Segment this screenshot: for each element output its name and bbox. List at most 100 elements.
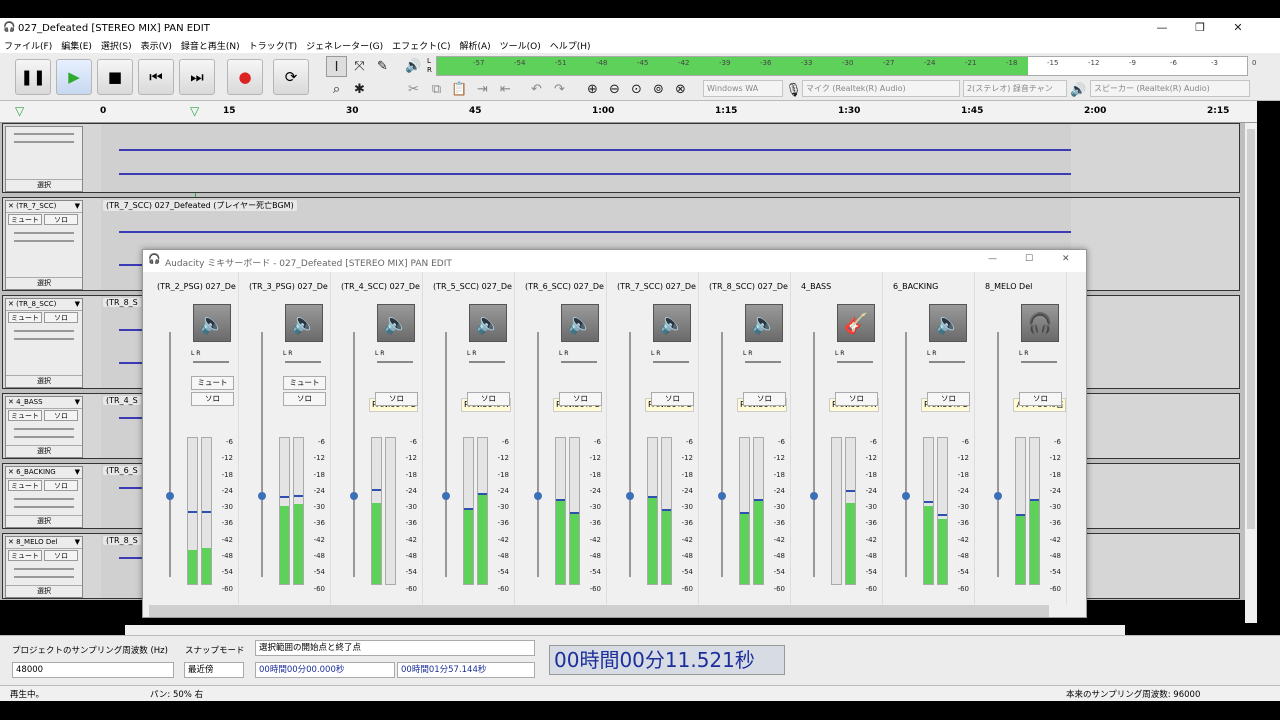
menu-item-0[interactable]: ファイル(F) [4, 39, 52, 52]
mixer-close-icon[interactable]: ✕ [1062, 254, 1070, 264]
select-button[interactable]: 選択 [6, 277, 82, 289]
zoom-out-icon[interactable]: ⊖ [604, 79, 625, 100]
solo-button[interactable]: ソロ [835, 392, 878, 406]
vertical-scrollbar[interactable] [1245, 123, 1257, 623]
pan-slider[interactable] [653, 361, 689, 363]
mute-button[interactable]: ミュート [191, 376, 234, 390]
selection-end-time[interactable]: 00時間01分57.144秒 [397, 662, 535, 678]
menu-item-1[interactable]: 編集(E) [61, 39, 92, 52]
solo-button[interactable]: ソロ [44, 480, 78, 491]
track-menu-icon[interactable]: ▼ [75, 201, 80, 212]
mute-button[interactable]: ミュート [8, 480, 42, 491]
gain-slider-track[interactable] [629, 332, 631, 577]
gain-slider-knob[interactable] [994, 492, 1002, 501]
select-button[interactable]: 選択 [6, 179, 82, 191]
select-button[interactable]: 選択 [6, 515, 82, 527]
skip-end-button[interactable]: ⏭ [179, 59, 215, 95]
mic-select[interactable]: マイク (Realtek(R) Audio) [802, 80, 960, 97]
gain-slider-knob[interactable] [626, 492, 634, 501]
menu-item-3[interactable]: 表示(V) [141, 39, 172, 52]
draw-tool-icon[interactable]: ✎ [372, 56, 393, 77]
menu-item-6[interactable]: ジェネレーター(G) [306, 39, 383, 52]
pan-slider[interactable] [561, 361, 597, 363]
play-button[interactable]: ▶ [56, 59, 92, 95]
solo-button[interactable]: ソロ [927, 392, 970, 406]
minimize-icon[interactable]: — [1143, 18, 1181, 38]
gain-slider-knob[interactable] [166, 492, 174, 501]
multi-tool-icon[interactable]: ✱ [349, 79, 370, 100]
track-close-icon[interactable]: ✕ [8, 468, 16, 476]
pan-slider[interactable] [285, 361, 321, 363]
gain-slider-knob[interactable] [258, 492, 266, 501]
envelope-tool-icon[interactable]: ⤧ [349, 56, 370, 77]
menu-item-4[interactable]: 録音と再生(N) [181, 39, 240, 52]
track-menu-icon[interactable]: ▼ [75, 537, 80, 548]
track-close-icon[interactable]: ✕ [8, 202, 16, 210]
fit-selection-icon[interactable]: ⊙ [626, 79, 647, 100]
gain-slider-track[interactable] [997, 332, 999, 577]
snap-select[interactable]: 最近傍 [184, 662, 244, 678]
selection-mode-select[interactable]: 選択範囲の開始点と終了点 [255, 640, 535, 656]
track-menu-icon[interactable]: ▼ [75, 299, 80, 310]
gain-slider[interactable] [14, 232, 74, 234]
trim-icon[interactable]: ⇥ [472, 79, 493, 100]
mute-button[interactable]: ミュート [283, 376, 326, 390]
gain-slider[interactable] [14, 428, 74, 430]
track-close-icon[interactable]: ✕ [8, 398, 16, 406]
track-header[interactable]: ✕ 4_BASS ▼ [6, 397, 82, 409]
audio-position-time[interactable]: 00時間00分11.521秒 [549, 645, 785, 675]
pan-slider[interactable] [469, 361, 505, 363]
gain-slider[interactable] [14, 133, 74, 135]
track-menu-icon[interactable]: ▼ [75, 397, 80, 408]
track-header[interactable]: ✕ (TR_8_SCC) ▼ [6, 299, 82, 311]
stop-button[interactable]: ■ [97, 59, 133, 95]
track-menu-icon[interactable]: ▼ [75, 467, 80, 478]
solo-button[interactable]: ソロ [44, 214, 78, 225]
solo-button[interactable]: ソロ [1019, 392, 1062, 406]
pan-slider[interactable] [193, 361, 229, 363]
clip-title[interactable]: (TR_8_S [103, 298, 141, 307]
fit-project-icon[interactable]: ⊚ [648, 79, 669, 100]
menu-item-10[interactable]: ヘルプ(H) [550, 39, 591, 52]
select-button[interactable]: 選択 [6, 375, 82, 387]
gain-slider-track[interactable] [353, 332, 355, 577]
close-icon[interactable]: ✕ [1219, 18, 1257, 38]
menu-item-7[interactable]: エフェクト(C) [392, 39, 450, 52]
select-button[interactable]: 選択 [6, 445, 82, 457]
cut-icon[interactable]: ✂ [403, 79, 424, 100]
mute-button[interactable]: ミュート [8, 214, 42, 225]
gain-slider-knob[interactable] [902, 492, 910, 501]
gain-slider[interactable] [14, 568, 74, 570]
undo-icon[interactable]: ↶ [526, 79, 547, 100]
solo-button[interactable]: ソロ [651, 392, 694, 406]
gain-slider-track[interactable] [445, 332, 447, 577]
track-header[interactable]: ✕ 6_BACKING ▼ [6, 467, 82, 479]
selection-tool-icon[interactable]: I [326, 56, 347, 77]
menu-item-5[interactable]: トラック(T) [249, 39, 298, 52]
gain-slider-knob[interactable] [350, 492, 358, 501]
mute-button[interactable]: ミュート [8, 410, 42, 421]
gain-slider-track[interactable] [813, 332, 815, 577]
gain-slider-track[interactable] [169, 332, 171, 577]
pan-slider[interactable] [14, 436, 74, 438]
clip-title[interactable]: (TR_8_S [103, 536, 141, 545]
timeline-ruler[interactable]: ▽ ▽ 0 15 30 45 1:00 1:15 1:30 1:45 2:00 2:15 [0, 101, 1257, 123]
track-close-icon[interactable]: ✕ [8, 300, 16, 308]
gain-slider-knob[interactable] [718, 492, 726, 501]
menu-item-8[interactable]: 解析(A) [459, 39, 490, 52]
selection-start-time[interactable]: 00時間00分00.000秒 [255, 662, 395, 678]
zoom-tool-icon[interactable]: ⌕ [326, 79, 347, 100]
pan-slider[interactable] [929, 361, 965, 363]
gain-slider-track[interactable] [537, 332, 539, 577]
clip-title[interactable]: (TR_4_S [103, 396, 141, 405]
loop-button[interactable]: ⟳ [273, 59, 309, 95]
pan-slider[interactable] [377, 361, 413, 363]
clip-title[interactable]: (TR_6_S [103, 466, 141, 475]
speaker-select[interactable]: スピーカー (Realtek(R) Audio) [1090, 80, 1250, 97]
solo-button[interactable]: ソロ [44, 410, 78, 421]
solo-button[interactable]: ソロ [44, 550, 78, 561]
skip-start-button[interactable]: ⏮ [138, 59, 174, 95]
silence-icon[interactable]: ⇤ [495, 79, 516, 100]
zoom-toggle-icon[interactable]: ⊗ [670, 79, 691, 100]
track-header[interactable]: ✕ (TR_7_SCC) ▼ [6, 201, 82, 213]
